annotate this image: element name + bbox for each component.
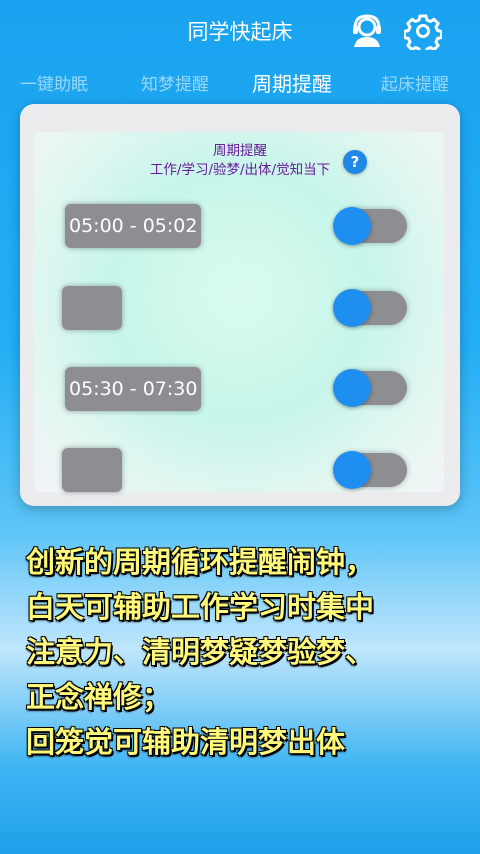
toggle-switch-2[interactable] <box>333 289 407 327</box>
tab-bar: 一键助眠 知梦提醒 周期提醒 起床提醒 <box>0 66 480 102</box>
tab-wake-reminder[interactable]: 起床提醒 <box>381 70 449 95</box>
promo-line: 注意力、清明梦疑梦验梦、 <box>26 635 375 669</box>
toggle-knob <box>333 451 371 489</box>
time-range-2[interactable] <box>62 286 122 330</box>
tab-dream-reminder[interactable]: 知梦提醒 <box>141 70 209 95</box>
promo-text: 创新的周期循环提醒闹钟， 白天可辅助工作学习时集中 注意力、清明梦疑梦验梦、 正… <box>26 540 466 765</box>
toggle-switch-4[interactable] <box>333 451 407 489</box>
time-range-1[interactable]: 05:00 - 05:02 <box>65 204 202 248</box>
toggle-knob <box>333 289 371 327</box>
headset-user-icon[interactable] <box>348 12 386 50</box>
tab-cycle-reminder[interactable]: 周期提醒 <box>252 68 332 97</box>
promo-line: 正念禅修； <box>26 680 172 714</box>
time-range-4[interactable] <box>62 448 122 492</box>
promo-line: 回笼觉可辅助清明梦出体 <box>26 725 346 759</box>
promo-line: 创新的周期循环提醒闹钟， <box>26 545 375 579</box>
toggle-knob <box>333 207 371 245</box>
time-range-3[interactable]: 05:30 - 07:30 <box>65 367 202 411</box>
panel-subtitle: 工作/学习/验梦/出体/觉知当下 <box>149 162 331 178</box>
toggle-knob <box>333 369 371 407</box>
toggle-switch-3[interactable] <box>333 369 407 407</box>
top-bar: 同学快起床 <box>0 0 480 62</box>
tab-sleep-aid[interactable]: 一键助眠 <box>20 70 88 95</box>
panel-title: 周期提醒 <box>213 143 267 159</box>
help-button[interactable]: ? <box>343 150 367 174</box>
toggle-switch-1[interactable] <box>333 207 407 245</box>
promo-line: 白天可辅助工作学习时集中 <box>26 590 375 624</box>
gear-icon[interactable] <box>403 12 443 55</box>
panel-header: 周期提醒 工作/学习/验梦/出体/觉知当下 <box>0 142 480 180</box>
